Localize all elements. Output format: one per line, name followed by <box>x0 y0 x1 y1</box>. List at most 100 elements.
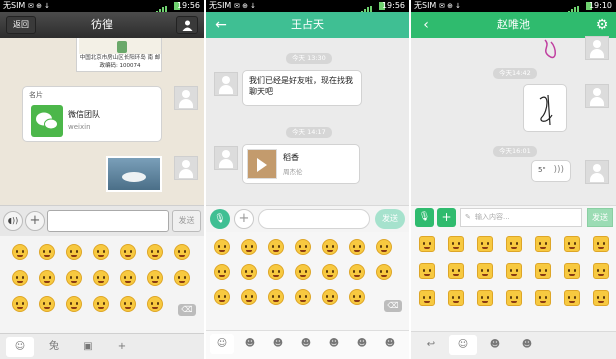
avatar[interactable] <box>585 84 609 108</box>
emoji-icon[interactable] <box>448 290 464 306</box>
emoji-icon[interactable] <box>419 236 435 252</box>
delete-icon[interactable]: ⌫ <box>178 304 196 316</box>
send-button[interactable]: 发送 <box>172 210 201 232</box>
sticker-tab-icon[interactable]: ☻ <box>350 334 374 354</box>
emoji-icon[interactable] <box>376 264 392 280</box>
emoji-icon[interactable] <box>241 239 257 255</box>
avatar[interactable] <box>585 36 609 60</box>
emoji-icon[interactable] <box>295 239 311 255</box>
contact-card-message[interactable]: 名片 微信团队 weixin <box>22 86 162 142</box>
plus-icon[interactable]: + <box>234 209 254 229</box>
emoji-icon[interactable] <box>174 244 190 260</box>
emoji-icon[interactable] <box>66 270 82 286</box>
back-arrow-icon[interactable]: ← <box>212 12 230 38</box>
emoji-icon[interactable] <box>419 263 435 279</box>
emoji-icon[interactable] <box>268 264 284 280</box>
emoji-icon[interactable] <box>477 263 493 279</box>
emoji-icon[interactable] <box>120 296 136 312</box>
add-tab-icon[interactable]: + <box>108 337 136 357</box>
emoji-icon[interactable] <box>593 263 609 279</box>
message-input[interactable] <box>47 210 169 232</box>
sticker-tab-icon[interactable]: ☻ <box>481 335 509 355</box>
emoji-icon[interactable] <box>593 290 609 306</box>
emoji-icon[interactable] <box>448 236 464 252</box>
emoji-icon[interactable] <box>564 290 580 306</box>
mic-icon[interactable]: 🎙 <box>210 209 230 229</box>
plus-icon[interactable]: + <box>25 211 45 231</box>
emoji-icon[interactable] <box>12 296 28 312</box>
avatar[interactable] <box>174 86 198 110</box>
message-input[interactable]: ✎ 输入内容... <box>460 208 582 227</box>
mic-icon[interactable]: 🎙 <box>415 208 434 227</box>
sticker-tab-icon[interactable]: ☻ <box>294 334 318 354</box>
gear-icon[interactable]: ⚙ <box>594 12 610 38</box>
emoji-icon[interactable] <box>535 263 551 279</box>
sticker-tab-icon[interactable]: ☻ <box>322 334 346 354</box>
sticker-tab-icon[interactable]: ☻ <box>266 334 290 354</box>
plus-icon[interactable]: + <box>437 208 456 227</box>
emoji-icon[interactable] <box>12 244 28 260</box>
avatar[interactable] <box>585 160 609 184</box>
emoji-icon[interactable] <box>295 264 311 280</box>
emoji-icon[interactable] <box>506 263 522 279</box>
return-icon[interactable]: ↩ <box>417 335 445 355</box>
emoji-icon[interactable] <box>322 239 338 255</box>
emoji-icon[interactable] <box>593 236 609 252</box>
music-message[interactable]: 稻香 周杰伦 <box>242 144 360 184</box>
avatar[interactable] <box>214 146 238 170</box>
emoji-icon[interactable] <box>506 236 522 252</box>
emoji-icon[interactable] <box>268 289 284 305</box>
emoji-icon[interactable] <box>174 270 190 286</box>
handwriting-message[interactable] <box>523 84 567 132</box>
emoji-icon[interactable] <box>376 239 392 255</box>
emoji-icon[interactable] <box>241 289 257 305</box>
emoji-tab-icon[interactable]: ☺ <box>210 334 234 354</box>
image-message[interactable] <box>106 156 162 192</box>
sticker-tab-icon[interactable]: ☻ <box>238 334 262 354</box>
emoji-icon[interactable] <box>349 264 365 280</box>
play-icon[interactable] <box>247 149 277 179</box>
emoji-icon[interactable] <box>66 244 82 260</box>
emoji-icon[interactable] <box>477 236 493 252</box>
emoji-icon[interactable] <box>214 289 230 305</box>
emoji-icon[interactable] <box>419 290 435 306</box>
emoji-icon[interactable] <box>322 264 338 280</box>
emoji-icon[interactable] <box>214 239 230 255</box>
doodle-message[interactable] <box>537 38 567 68</box>
send-button[interactable]: 发送 <box>587 208 613 227</box>
avatar[interactable] <box>214 72 238 96</box>
emoji-icon[interactable] <box>120 244 136 260</box>
voice-icon[interactable]: ◖)) <box>3 211 23 231</box>
voice-message[interactable]: 5" ))) <box>531 160 571 182</box>
emoji-icon[interactable] <box>66 296 82 312</box>
emoji-icon[interactable] <box>448 263 464 279</box>
rabbit-tab-icon[interactable]: 兔 <box>40 337 68 357</box>
emoji-icon[interactable] <box>295 289 311 305</box>
message-input[interactable] <box>258 209 370 229</box>
sticker-tab-icon[interactable]: ☻ <box>378 334 402 354</box>
emoji-icon[interactable] <box>349 289 365 305</box>
emoji-icon[interactable] <box>535 236 551 252</box>
emoji-icon[interactable] <box>506 290 522 306</box>
emoji-icon[interactable] <box>268 239 284 255</box>
emoji-icon[interactable] <box>564 263 580 279</box>
emoji-icon[interactable] <box>147 296 163 312</box>
emoji-icon[interactable] <box>39 244 55 260</box>
emoji-icon[interactable] <box>241 264 257 280</box>
emoji-icon[interactable] <box>322 289 338 305</box>
emoji-icon[interactable] <box>147 270 163 286</box>
emoji-tab-icon[interactable]: ☺ <box>6 337 34 357</box>
contact-button[interactable] <box>176 16 198 34</box>
location-message[interactable]: 中国北京市房山区长阳环岛 南 邮政编码: 100074 <box>76 38 162 72</box>
emoji-icon[interactable] <box>147 244 163 260</box>
emoji-icon[interactable] <box>349 239 365 255</box>
text-message[interactable]: 我们已经是好友啦，现在找我聊天吧 <box>242 70 362 106</box>
emoji-icon[interactable] <box>39 296 55 312</box>
send-button[interactable]: 发送 <box>375 209 405 229</box>
image-tab-icon[interactable]: ▣ <box>74 337 102 357</box>
emoji-icon[interactable] <box>564 236 580 252</box>
emoji-tab-icon[interactable]: ☺ <box>449 335 477 355</box>
back-button[interactable]: 返回 <box>6 16 36 34</box>
delete-icon[interactable]: ⌫ <box>384 300 402 312</box>
avatar[interactable] <box>174 156 198 180</box>
